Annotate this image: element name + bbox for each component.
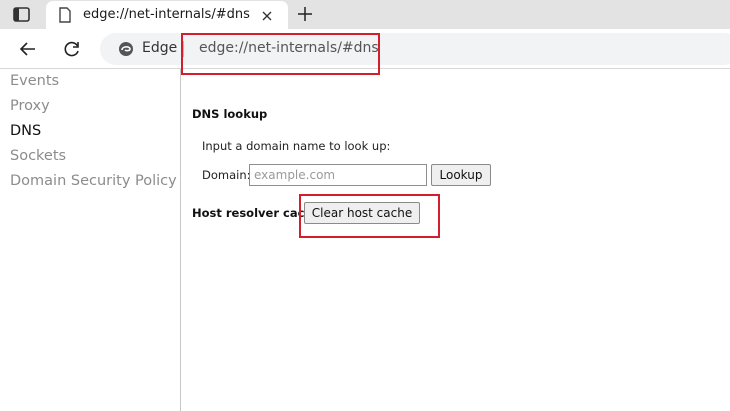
sidebar: Events Proxy DNS Sockets Domain Security… <box>0 69 181 411</box>
domain-input[interactable] <box>249 164 427 186</box>
main-panel: DNS lookup Input a domain name to look u… <box>182 69 730 411</box>
page-favicon-icon <box>58 7 72 23</box>
plus-icon[interactable] <box>296 5 314 23</box>
sidebar-item-events[interactable]: Events <box>10 73 59 89</box>
clear-cache-highlight-box <box>299 194 440 238</box>
tab-title: edge://net-internals/#dns <box>83 7 250 22</box>
domain-label: Domain: <box>202 168 251 182</box>
site-identity-label[interactable]: Edge <box>142 40 177 56</box>
tab-active[interactable]: edge://net-internals/#dns <box>46 1 288 29</box>
tab-strip: edge://net-internals/#dns <box>0 0 730 29</box>
back-arrow-icon[interactable] <box>18 39 38 59</box>
sidebar-item-domain-security-policy[interactable]: Domain Security Policy <box>10 173 177 189</box>
edge-logo-icon <box>118 41 134 57</box>
reload-icon[interactable] <box>62 39 82 59</box>
sidebar-item-proxy[interactable]: Proxy <box>10 98 50 114</box>
dns-lookup-title: DNS lookup <box>192 107 268 121</box>
tab-actions-icon[interactable] <box>11 6 33 24</box>
url-highlight-box <box>181 33 380 75</box>
close-icon[interactable] <box>260 8 274 22</box>
dns-lookup-instruction: Input a domain name to look up: <box>202 139 391 153</box>
sidebar-item-sockets[interactable]: Sockets <box>10 148 66 164</box>
sidebar-item-dns[interactable]: DNS <box>10 123 41 139</box>
lookup-button[interactable]: Lookup <box>431 164 491 186</box>
